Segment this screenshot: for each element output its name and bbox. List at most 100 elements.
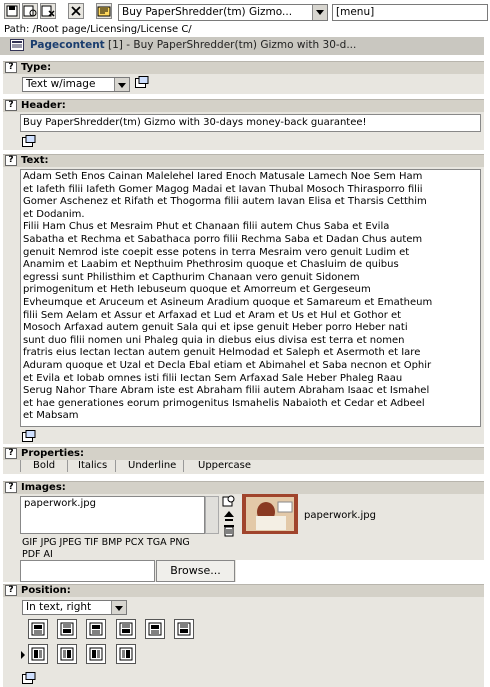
text-section-header: ? Text: [3,154,484,167]
underline-checkbox[interactable]: Underline [115,460,184,472]
allowed-types-line1: GIF JPG JPEG TIF BMP PCX TGA PNG [22,537,190,548]
text-label: Text: [21,155,49,166]
images-section: paperwork.jpg paperwork.jpg GIF JPG JPEG… [3,494,484,582]
properties-section: Bold Italics Underline Uppercase [3,460,484,474]
position-section: In text, right [3,597,484,687]
type-label: Type: [21,62,52,73]
text-line: Aduram quoque et Uzal et Decla Ebal etia… [23,359,432,371]
help-icon[interactable]: ? [5,155,17,166]
edit-icon[interactable] [96,3,112,19]
selected-marker-icon [21,651,25,659]
properties-section-header: ? Properties: [3,447,484,460]
properties-label: Properties: [21,448,84,459]
help-icon[interactable]: ? [5,448,17,459]
align-above-option-2-icon[interactable] [57,619,77,639]
chevron-down-icon [114,78,129,91]
align-intext-option-4-icon[interactable] [116,644,136,664]
position-label: Position: [21,585,71,596]
text-line: Mosoch Arfaxad autem genuit Sala qui et … [23,322,408,334]
type-select[interactable]: Text w/image [22,77,130,92]
image-list-item[interactable]: paperwork.jpg [24,498,96,509]
underline-label: Underline [128,460,177,471]
text-line: primogenitum et Heth Iebuseum quoque et … [23,284,371,296]
uppercase-checkbox[interactable]: Uppercase [183,460,268,472]
text-section: Adam Seth Enos Cainan Malelehel Iared En… [3,167,484,444]
save-close-icon[interactable] [40,3,56,19]
wizard-icon[interactable] [22,672,36,684]
align-above-option-3-icon[interactable] [86,619,106,639]
menu-select-value: [menu] [336,6,375,18]
text-line: Gomer Aschenez et Rifath et Thogorma fil… [23,196,427,208]
pagecontent-label: Pagecontent [30,39,105,51]
help-icon[interactable]: ? [5,482,17,493]
position-section-header: ? Position: [3,584,484,597]
align-intext-option-1-icon[interactable] [28,644,48,664]
image-list-scrollbar[interactable] [205,496,219,534]
save-view-icon[interactable] [22,3,38,19]
italics-label: Italics [78,460,108,471]
type-select-value: Text w/image [26,78,96,90]
record-select-value: Buy PaperShredder(tm) Gizmo... [122,6,293,18]
breadcrumb: Path: /Root page/Licensing/License C/ [4,24,192,35]
text-line: et Evila et Iobab omnes isti filii Iecta… [23,372,403,384]
text-line: sunt duo filii nomen uni Phaleg quia in … [23,334,405,346]
text-line: genuit Nemrod iste coepit esse potens in… [23,246,410,258]
text-line: et hae generationes eorum primogenitus I… [23,397,425,409]
image-list[interactable]: paperwork.jpg [20,496,205,534]
position-select[interactable]: In text, right [22,600,127,615]
italics-checkbox[interactable]: Italics [67,460,117,472]
help-icon[interactable]: ? [5,585,17,596]
align-intext-option-3-icon[interactable] [86,644,106,664]
images-section-header: ? Images: [3,481,484,494]
save-icon[interactable] [4,3,20,19]
upload-field-extension [236,560,484,582]
wizard-icon[interactable] [22,430,36,442]
pagecontent-bar: Pagecontent [1] - Buy PaperShredder(tm) … [0,37,484,55]
help-icon[interactable]: ? [5,100,17,111]
text-line: Filii Ham Chus et Mesraim Phut et Chanaa… [23,221,390,233]
record-select[interactable]: Buy PaperShredder(tm) Gizmo... [118,4,328,21]
allowed-types-line2: PDF AI [22,549,53,560]
text-line: Sabatha et Rechma et Sabathaca porro fil… [23,233,423,245]
pagecontent-record: [1] - Buy PaperShredder(tm) Gizmo with 3… [108,39,357,51]
close-icon[interactable] [68,3,84,19]
type-section: Text w/image [3,74,484,94]
type-section-header: ? Type: [3,61,484,74]
wizard-icon[interactable] [135,76,149,88]
text-area[interactable]: Adam Seth Enos Cainan Malelehel Iared En… [20,169,481,427]
align-above-option-1-icon[interactable] [28,619,48,639]
position-select-value: In text, right [26,601,92,613]
align-intext-option-2-icon[interactable] [57,644,77,664]
help-icon[interactable]: ? [5,62,17,73]
menu-select[interactable]: [menu] [332,4,488,21]
text-line: egressi sunt Philisthim et Capthurim Cha… [23,271,360,283]
text-line: Anamim et Laabim et Nepthuim Phethrosim … [23,259,399,271]
align-above-option-5-icon[interactable] [145,619,165,639]
wizard-icon[interactable] [22,135,36,147]
image-thumbnail [242,494,298,534]
uppercase-label: Uppercase [198,460,252,471]
page-icon [10,39,24,51]
align-above-option-6-icon[interactable] [174,619,194,639]
image-browser-icon[interactable] [222,494,236,508]
text-line: Evheumque et Aruceum et Asineum Aradium … [23,296,433,308]
bold-checkbox[interactable]: Bold [20,460,67,472]
header-section: Buy PaperShredder(tm) Gizmo with 30-days… [3,112,484,150]
chevron-down-icon [312,5,327,20]
images-label: Images: [21,482,66,493]
text-line: Serug Nahor Thare Abram iste est Abraham… [23,385,430,397]
text-line: et Mabsam [23,410,79,422]
browse-button[interactable]: Browse... [156,560,235,582]
file-upload-input[interactable] [20,560,155,582]
text-line: et Iafeth filii Iafeth Gomer Magog Madai… [23,183,423,195]
bold-label: Bold [33,460,56,471]
header-input[interactable]: Buy PaperShredder(tm) Gizmo with 30-days… [20,114,481,132]
move-up-icon[interactable] [222,509,236,523]
text-line: et Dodanim. [23,208,85,220]
chevron-down-icon [111,601,126,614]
pagecontent-title: Pagecontent [1] - Buy PaperShredder(tm) … [30,39,356,51]
text-line: filii Sem Aelam et Assur et Arfaxad et L… [23,309,402,321]
align-above-option-4-icon[interactable] [116,619,136,639]
trash-icon[interactable] [222,523,236,537]
text-line: Adam Seth Enos Cainan Malelehel Iared En… [23,171,423,182]
